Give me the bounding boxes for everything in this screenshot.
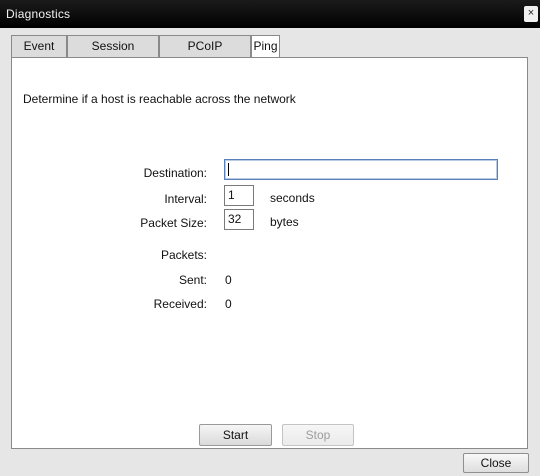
text-caret xyxy=(228,163,229,176)
tab-session-statistics[interactable]: Session Statistics xyxy=(67,35,159,73)
window-title: Diagnostics xyxy=(6,7,71,21)
destination-input[interactable] xyxy=(224,159,498,180)
tab-event-log[interactable]: Event Log xyxy=(11,35,67,73)
sent-label: Sent: xyxy=(178,273,207,287)
interval-input[interactable]: 1 xyxy=(224,185,254,206)
tab-ping[interactable]: Ping xyxy=(251,35,280,59)
ping-description: Determine if a host is reachable across … xyxy=(23,92,296,106)
tab-pcoip-processor[interactable]: PCoIP Processor xyxy=(159,35,251,73)
interval-unit: seconds xyxy=(270,191,315,205)
packet-size-unit: bytes xyxy=(270,215,299,229)
interval-label: Interval: xyxy=(164,192,207,206)
packets-label: Packets: xyxy=(160,248,207,262)
stop-button[interactable]: Stop xyxy=(282,424,354,446)
close-window-icon[interactable]: × xyxy=(524,6,538,22)
destination-label: Destination: xyxy=(143,166,207,180)
diagnostics-window: Diagnostics × Event Log Session Statisti… xyxy=(0,0,540,476)
ping-panel: Determine if a host is reachable across … xyxy=(11,57,528,449)
packet-size-label: Packet Size: xyxy=(140,216,207,230)
sent-value: 0 xyxy=(225,273,232,287)
title-bar: Diagnostics × xyxy=(0,0,540,28)
start-button[interactable]: Start xyxy=(199,424,272,446)
close-button[interactable]: Close xyxy=(463,453,529,473)
received-label: Received: xyxy=(153,297,207,311)
received-value: 0 xyxy=(225,297,232,311)
packet-size-input[interactable]: 32 xyxy=(224,209,254,230)
